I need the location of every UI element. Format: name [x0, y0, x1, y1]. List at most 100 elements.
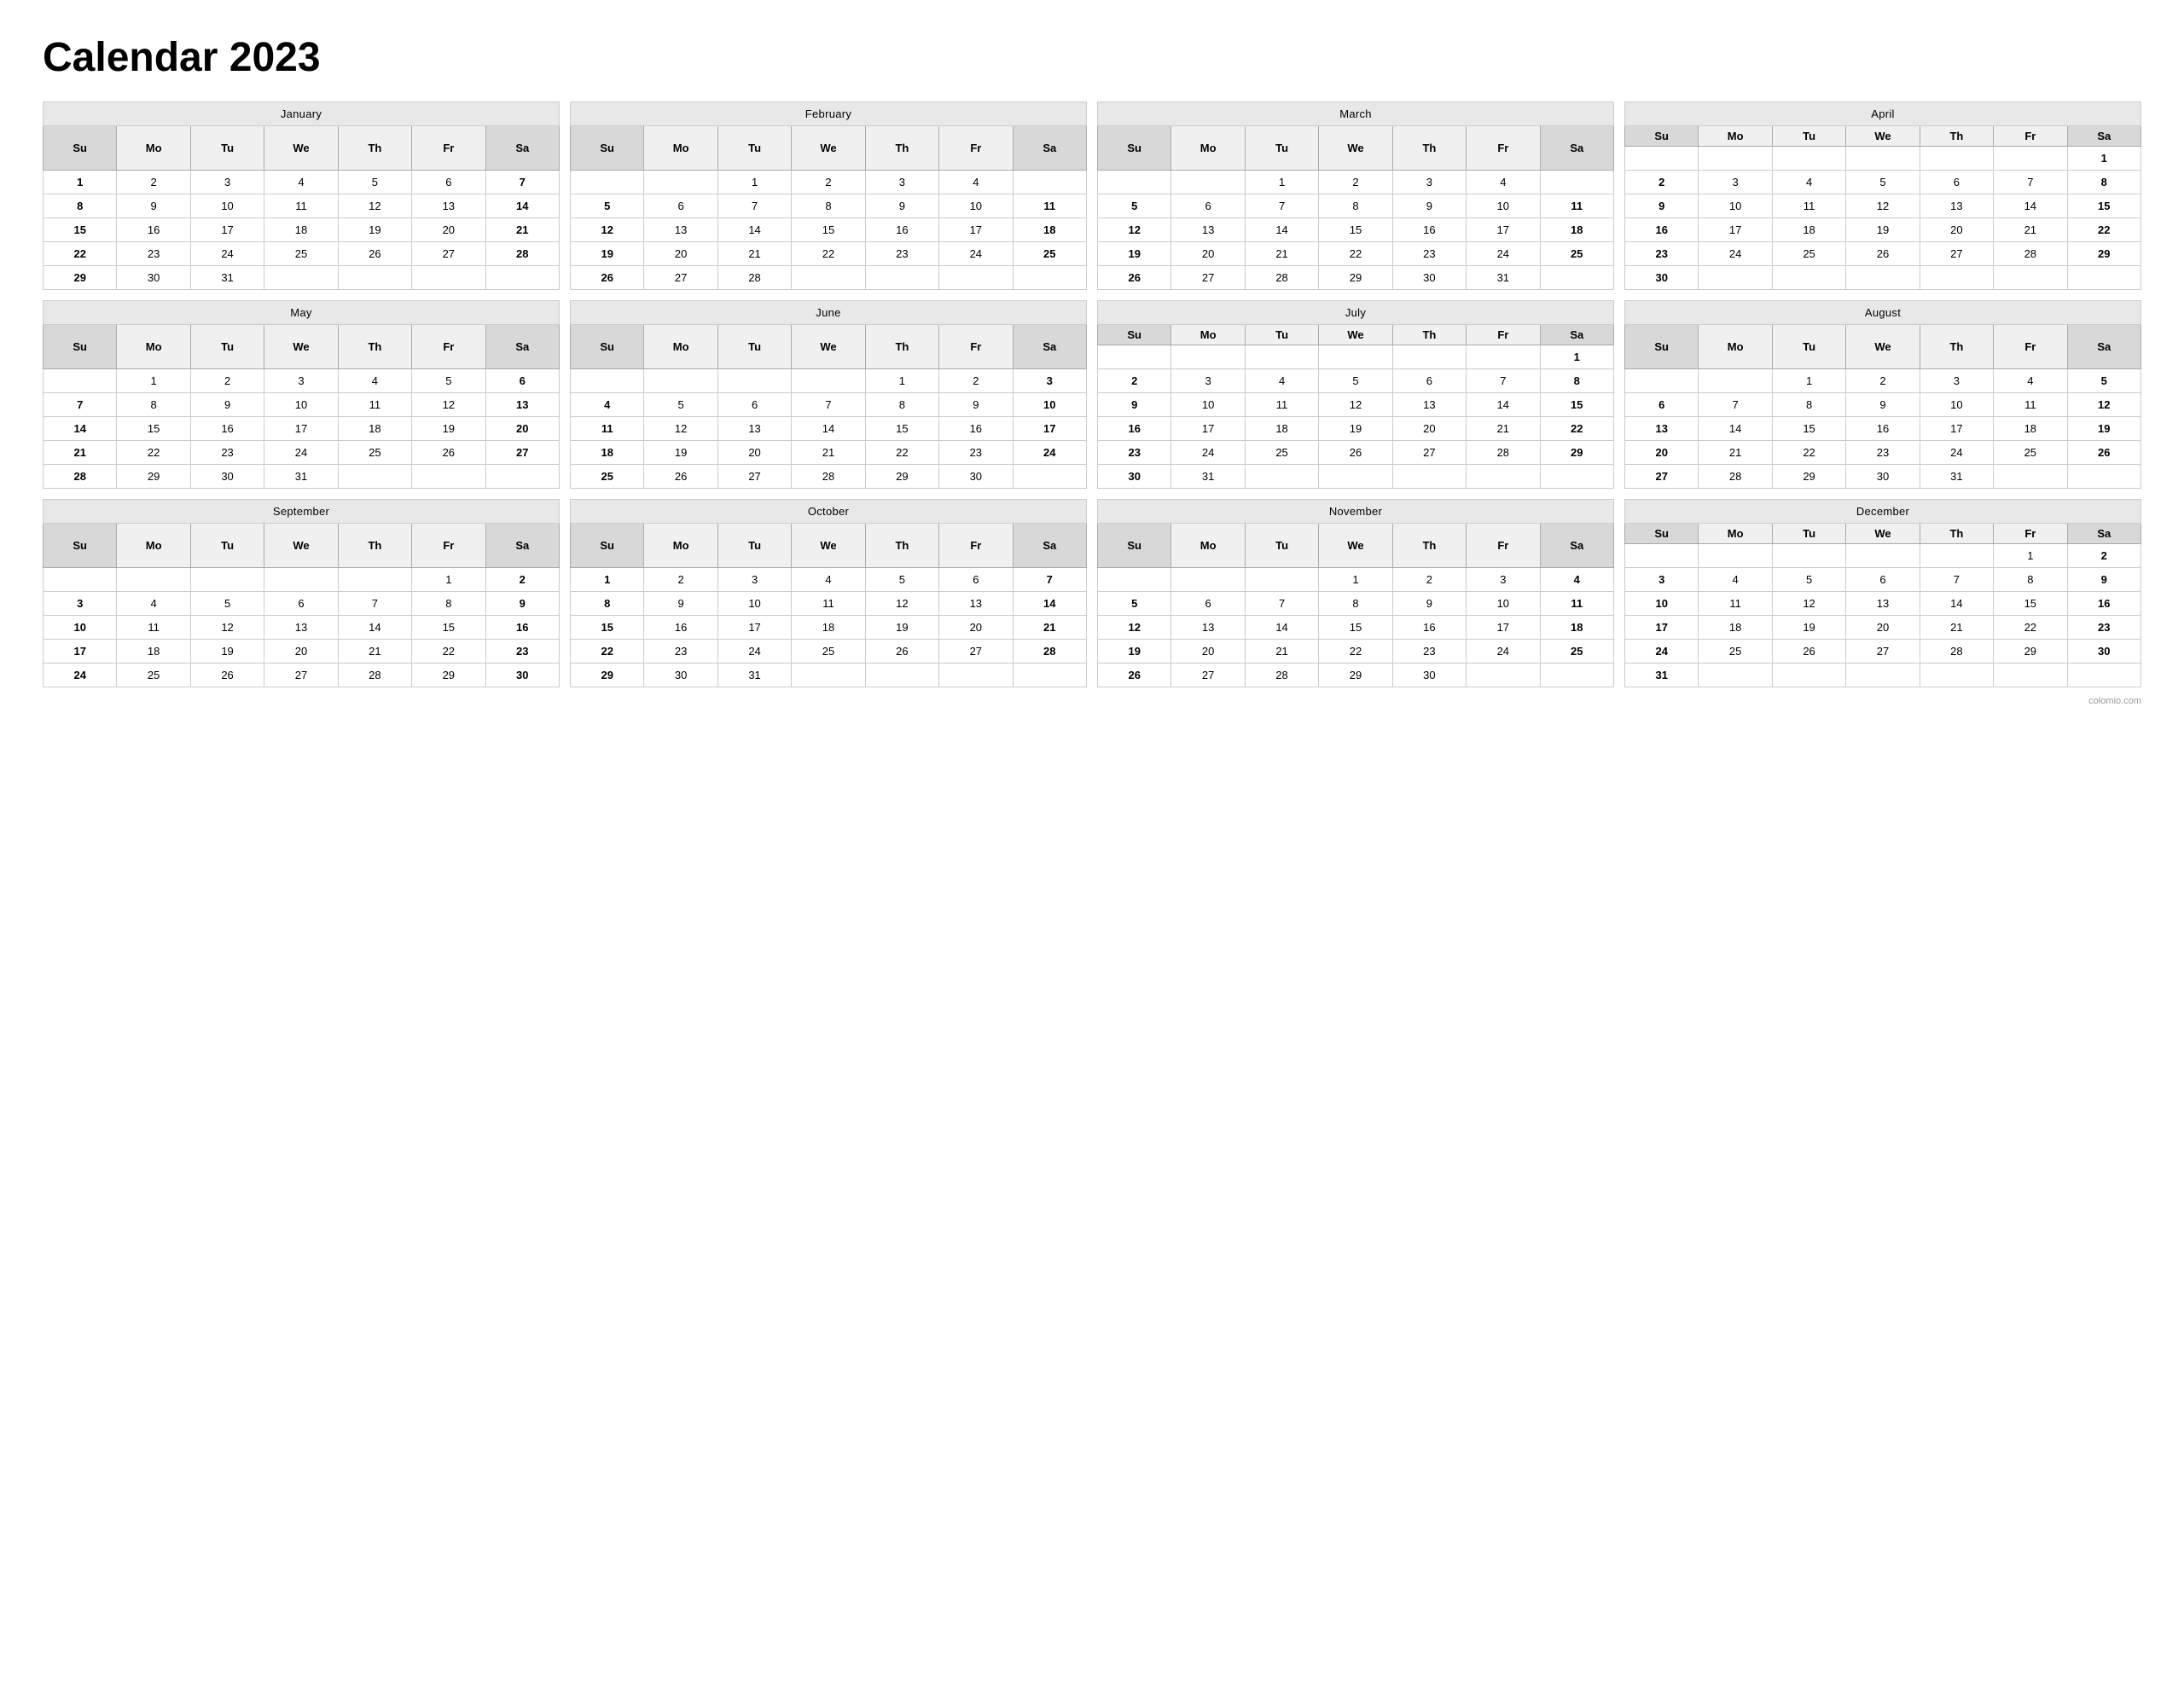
calendar-day: 1	[717, 171, 791, 194]
calendar-day	[190, 568, 264, 592]
calendar-day: 8	[1540, 369, 1613, 393]
calendar-day: 3	[1467, 568, 1540, 592]
calendar-day: 20	[1920, 218, 1993, 242]
calendar-day: 7	[338, 592, 411, 616]
day-header-mo: Mo	[644, 325, 717, 369]
calendar-day: 5	[412, 369, 485, 393]
calendar-day: 9	[117, 194, 190, 218]
calendar-day: 19	[1772, 616, 1845, 640]
calendar-day: 21	[1245, 640, 1318, 664]
calendar-day	[1920, 544, 1993, 568]
calendar-day: 5	[1846, 171, 1920, 194]
calendar-day	[1245, 345, 1318, 369]
calendar-day: 13	[1392, 393, 1466, 417]
calendar-day: 26	[2067, 441, 2140, 465]
day-header-mo: Mo	[1699, 325, 1772, 369]
calendar-day: 8	[117, 393, 190, 417]
day-header-tu: Tu	[1245, 126, 1318, 171]
month-table-november: NovemberSuMoTuWeThFrSa123456789101112131…	[1097, 499, 1614, 687]
calendar-day: 5	[2067, 369, 2140, 393]
calendar-day: 18	[1540, 616, 1613, 640]
calendar-day: 9	[1846, 393, 1920, 417]
calendar-day: 20	[412, 218, 485, 242]
day-header-tu: Tu	[190, 325, 264, 369]
calendar-day: 28	[44, 465, 117, 489]
calendar-day	[1245, 465, 1318, 489]
day-header-th: Th	[1392, 524, 1466, 568]
calendar-day: 28	[717, 266, 791, 290]
calendar-day: 12	[571, 218, 644, 242]
calendar-day: 11	[338, 393, 411, 417]
month-title-march: March	[1098, 102, 1614, 126]
calendar-day: 30	[1846, 465, 1920, 489]
day-header-su: Su	[571, 524, 644, 568]
calendar-day: 21	[338, 640, 411, 664]
day-header-tu: Tu	[717, 325, 791, 369]
calendar-day: 24	[1467, 242, 1540, 266]
calendar-day: 1	[1540, 345, 1613, 369]
calendar-day: 4	[1467, 171, 1540, 194]
calendar-day: 27	[1625, 465, 1699, 489]
calendar-day: 21	[485, 218, 559, 242]
calendar-day: 3	[190, 171, 264, 194]
calendar-day: 12	[1098, 218, 1171, 242]
day-header-mo: Mo	[1699, 524, 1772, 544]
calendar-day	[1772, 147, 1845, 171]
month-table-january: JanuarySuMoTuWeThFrSa1234567891011121314…	[43, 101, 560, 290]
calendar-day: 26	[865, 640, 938, 664]
calendar-day: 3	[865, 171, 938, 194]
calendar-day: 6	[412, 171, 485, 194]
calendar-day: 25	[1540, 640, 1613, 664]
calendar-day: 8	[865, 393, 938, 417]
calendar-day: 26	[1098, 664, 1171, 687]
calendar-day: 6	[1625, 393, 1699, 417]
day-header-fr: Fr	[1994, 126, 2067, 147]
calendar-day: 8	[412, 592, 485, 616]
calendar-day: 2	[2067, 544, 2140, 568]
calendar-day: 28	[792, 465, 865, 489]
day-header-su: Su	[44, 325, 117, 369]
calendar-day: 16	[190, 417, 264, 441]
calendar-day: 9	[939, 393, 1013, 417]
calendar-day: 15	[2067, 194, 2140, 218]
calendar-day: 15	[44, 218, 117, 242]
calendar-day: 16	[1625, 218, 1699, 242]
calendar-day	[1772, 266, 1845, 290]
calendar-day: 11	[1994, 393, 2067, 417]
calendar-day: 18	[1013, 218, 1086, 242]
calendar-day: 16	[485, 616, 559, 640]
calendar-day: 21	[1920, 616, 1993, 640]
calendar-day: 19	[190, 640, 264, 664]
calendar-day: 22	[1994, 616, 2067, 640]
calendar-day	[1013, 171, 1086, 194]
calendar-day: 17	[1467, 616, 1540, 640]
day-header-we: We	[792, 325, 865, 369]
calendar-day	[1699, 147, 1772, 171]
day-header-th: Th	[338, 126, 411, 171]
calendar-day	[717, 369, 791, 393]
calendar-day: 30	[190, 465, 264, 489]
calendar-day: 17	[1467, 218, 1540, 242]
calendar-day: 10	[190, 194, 264, 218]
calendar-day	[1013, 664, 1086, 687]
calendar-day: 5	[1098, 592, 1171, 616]
calendar-day: 23	[1392, 640, 1466, 664]
day-header-mo: Mo	[1699, 126, 1772, 147]
calendar-day: 23	[117, 242, 190, 266]
calendar-day: 27	[939, 640, 1013, 664]
calendar-day: 29	[412, 664, 485, 687]
calendar-day: 18	[1772, 218, 1845, 242]
calendar-day: 1	[1319, 568, 1392, 592]
month-title-april: April	[1625, 102, 2141, 126]
calendar-day: 25	[571, 465, 644, 489]
day-header-th: Th	[865, 325, 938, 369]
calendar-day: 16	[644, 616, 717, 640]
calendar-day: 4	[1540, 568, 1613, 592]
calendar-day: 11	[1245, 393, 1318, 417]
calendar-day: 15	[1540, 393, 1613, 417]
calendar-day: 31	[264, 465, 338, 489]
calendar-day: 20	[717, 441, 791, 465]
calendar-day: 19	[1098, 640, 1171, 664]
month-table-december: DecemberSuMoTuWeThFrSa123456789101112131…	[1624, 499, 2141, 687]
calendar-day: 8	[792, 194, 865, 218]
